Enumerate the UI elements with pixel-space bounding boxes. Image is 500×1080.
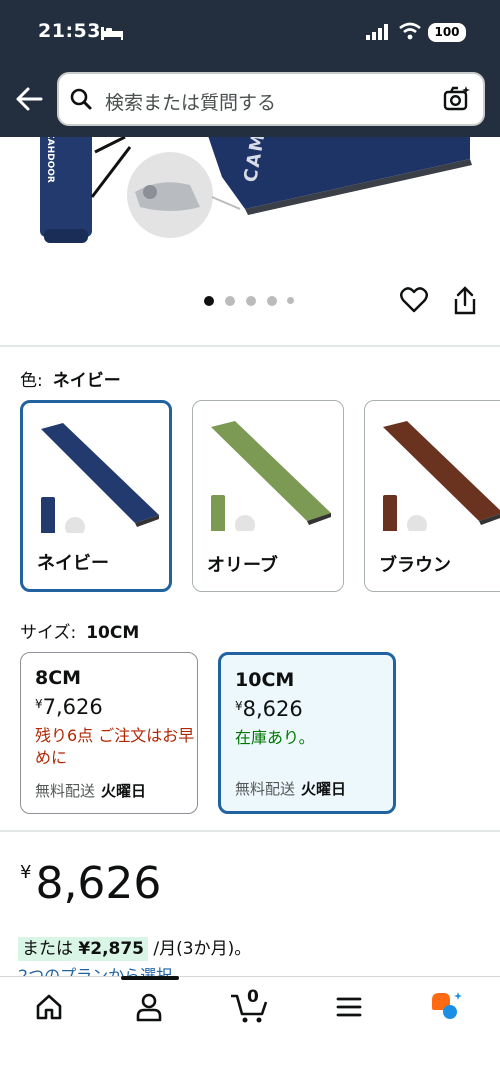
stock-status: 在庫あり。 <box>235 728 315 747</box>
monthly-payment: または ¥2,875 /月(3か月)。 <box>18 934 252 961</box>
app-header: 21:53 100 検索または質問する <box>0 0 500 137</box>
color-option-navy[interactable]: ネイビー <box>20 400 172 592</box>
color-selected-value: ネイビー <box>52 371 121 391</box>
currency-symbol: ¥ <box>35 697 43 711</box>
price-amount: 8,626 <box>35 858 162 909</box>
rufus-assistant-icon[interactable] <box>428 990 468 1024</box>
size-selected-value: 10CM <box>86 623 140 643</box>
status-time: 21:53 <box>38 20 101 42</box>
color-option-label: ネイビー <box>37 553 109 574</box>
shipping-day: 火曜日 <box>301 780 347 798</box>
cart-count-badge: 0 <box>247 987 259 1007</box>
size-option-10cm[interactable]: 10CM ¥8,626 在庫あり。 無料配送 火曜日 <box>218 652 396 814</box>
camera-search-icon[interactable] <box>443 85 471 117</box>
size-option-8cm[interactable]: 8CM ¥7,626 残り6点 ご注文はお早めに 無料配送 火曜日 <box>20 652 198 814</box>
size-label: サイズ: 10CM <box>20 618 139 643</box>
heart-icon[interactable] <box>400 287 428 317</box>
home-icon[interactable] <box>32 990 72 1024</box>
color-label: 色: ネイビー <box>20 366 121 391</box>
shipping-label: 無料配送 <box>35 782 96 800</box>
monthly-prefix: または <box>22 939 73 959</box>
monthly-amount: ¥2,875 <box>78 939 145 959</box>
size-option-price: ¥7,626 <box>35 695 197 719</box>
battery-indicator: 100 <box>428 23 466 42</box>
product-logo-text: CAHDOOR <box>45 137 55 183</box>
share-icon[interactable] <box>452 286 478 320</box>
cellular-signal-icon <box>366 24 390 44</box>
divider <box>0 830 500 832</box>
shipping-info: 無料配送 火曜日 <box>35 780 146 801</box>
size-option-price: ¥8,626 <box>235 697 393 721</box>
price-value: 8,626 <box>242 697 303 721</box>
color-option-brown[interactable]: ブラウン <box>364 400 500 592</box>
search-icon <box>69 87 93 115</box>
active-tab-indicator <box>121 976 179 980</box>
size-option-name: 10CM <box>235 669 295 691</box>
carousel-dot[interactable] <box>287 297 294 304</box>
carousel-dot-active[interactable] <box>204 296 214 306</box>
color-label-text: 色: <box>20 371 43 391</box>
price-value: 7,626 <box>42 695 103 719</box>
back-arrow-icon[interactable] <box>14 86 44 112</box>
color-option-olive[interactable]: オリーブ <box>192 400 344 592</box>
size-label-text: サイズ: <box>20 623 77 643</box>
account-icon[interactable] <box>132 990 172 1024</box>
carousel-dot[interactable] <box>267 296 277 306</box>
menu-icon[interactable] <box>332 990 372 1024</box>
cart-icon[interactable]: 0 <box>228 987 274 1024</box>
carousel-dot[interactable] <box>225 296 235 306</box>
monthly-suffix: /月(3か月)。 <box>153 939 252 959</box>
stock-status: 残り6点 ご注文はお早めに <box>35 726 195 767</box>
search-bar[interactable]: 検索または質問する <box>57 72 485 126</box>
product-price: ¥8,626 <box>20 858 161 909</box>
currency-symbol: ¥ <box>20 862 32 883</box>
wifi-icon <box>398 22 422 44</box>
color-option-label: ブラウン <box>379 555 451 576</box>
color-option-label: オリーブ <box>207 555 278 576</box>
carousel-dot[interactable] <box>246 296 256 306</box>
sleep-mode-icon <box>100 25 124 45</box>
shipping-info: 無料配送 火曜日 <box>235 778 346 799</box>
currency-symbol: ¥ <box>235 699 243 713</box>
monthly-highlight: または ¥2,875 <box>18 937 149 961</box>
shipping-day: 火曜日 <box>101 782 147 800</box>
search-placeholder: 検索または質問する <box>105 92 277 114</box>
divider <box>0 345 500 347</box>
size-option-name: 8CM <box>35 667 82 689</box>
status-bar: 21:53 100 <box>0 20 500 50</box>
shipping-label: 無料配送 <box>235 780 296 798</box>
